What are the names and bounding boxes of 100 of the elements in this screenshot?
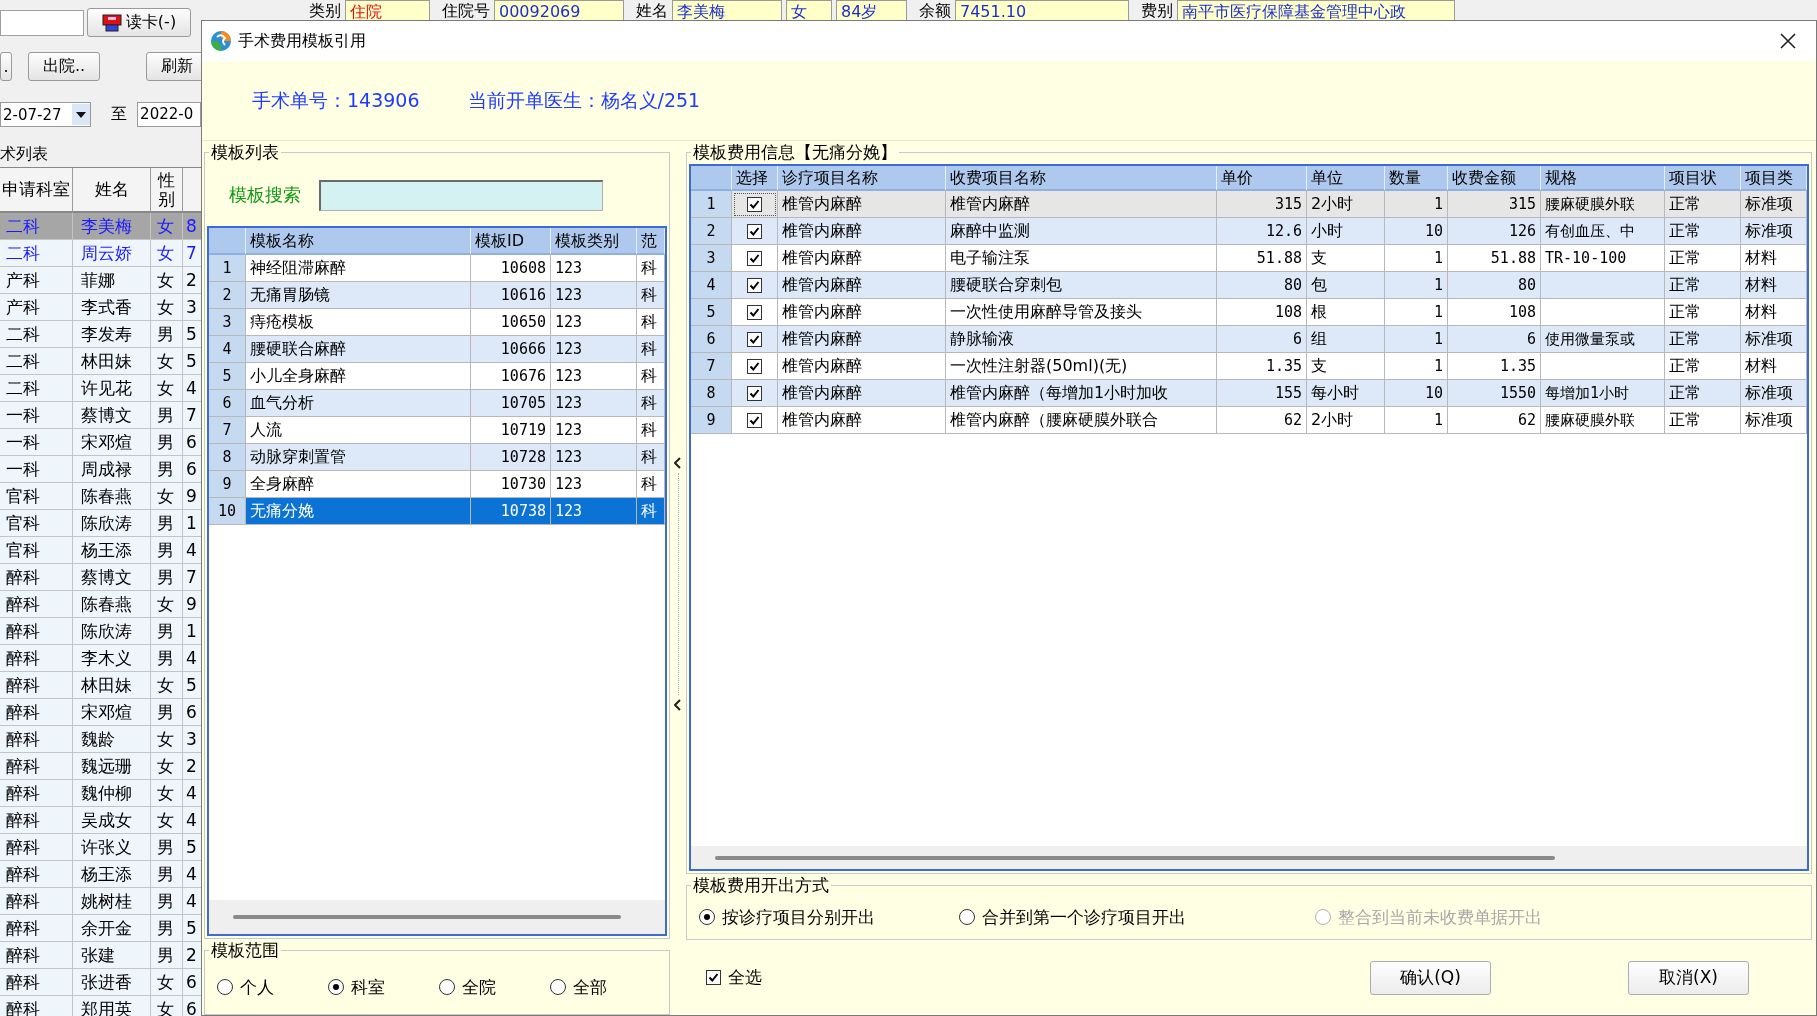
column-header[interactable]: 范 bbox=[637, 228, 665, 255]
column-header[interactable]: 姓名 bbox=[73, 168, 151, 213]
table-cell[interactable]: 科 bbox=[637, 390, 665, 417]
table-cell[interactable]: 10738 bbox=[471, 498, 551, 525]
radio-button[interactable] bbox=[959, 909, 975, 925]
table-cell[interactable]: 123 bbox=[551, 444, 637, 471]
search-field[interactable] bbox=[319, 179, 603, 211]
table-cell[interactable]: 123 bbox=[551, 363, 637, 390]
table-cell[interactable]: 科 bbox=[637, 309, 665, 336]
table-cell: 5 bbox=[183, 348, 201, 375]
table-cell[interactable]: 科 bbox=[637, 282, 665, 309]
scrollbar[interactable] bbox=[209, 900, 665, 934]
checkbox[interactable] bbox=[706, 970, 721, 985]
radio-button[interactable] bbox=[328, 979, 344, 995]
table-cell[interactable]: 10608 bbox=[471, 255, 551, 282]
checkbox[interactable] bbox=[747, 412, 762, 428]
column-header[interactable]: 收费金额 bbox=[1448, 166, 1541, 191]
dialog-button[interactable]: 确认(Q) bbox=[1370, 960, 1491, 995]
table-cell[interactable]: 科 bbox=[637, 498, 665, 525]
table-cell[interactable]: 无痛分娩 bbox=[246, 498, 471, 525]
column-header[interactable]: 收费项目名称 bbox=[946, 166, 1217, 191]
checkbox[interactable] bbox=[747, 250, 762, 266]
table-cell[interactable]: 10728 bbox=[471, 444, 551, 471]
table-cell: 杨王添 bbox=[73, 537, 151, 564]
table-cell[interactable]: 科 bbox=[637, 336, 665, 363]
table-cell: 官科 bbox=[0, 510, 73, 537]
date-dropdown[interactable]: 2-07-27 bbox=[0, 102, 92, 127]
column-header[interactable]: 模板类别 bbox=[551, 228, 637, 255]
checkbox[interactable] bbox=[747, 358, 762, 374]
checkbox[interactable] bbox=[747, 277, 762, 293]
table-cell[interactable]: 10666 bbox=[471, 336, 551, 363]
scrollbar[interactable] bbox=[691, 846, 1807, 869]
table-cell[interactable]: 动脉穿刺置管 bbox=[246, 444, 471, 471]
table-cell[interactable]: 10676 bbox=[471, 363, 551, 390]
table-cell[interactable]: 血气分析 bbox=[246, 390, 471, 417]
table-cell: 4 bbox=[183, 807, 201, 834]
checkbox[interactable] bbox=[747, 304, 762, 320]
column-header[interactable]: 数量 bbox=[1385, 166, 1448, 191]
table-cell[interactable]: 10650 bbox=[471, 309, 551, 336]
table-cell[interactable]: 123 bbox=[551, 390, 637, 417]
close-icon[interactable] bbox=[1780, 33, 1796, 49]
table-cell[interactable]: 科 bbox=[637, 255, 665, 282]
column-header[interactable]: 单价 bbox=[1217, 166, 1307, 191]
column-header[interactable]: 选择 bbox=[732, 166, 778, 191]
row-number: 3 bbox=[209, 309, 246, 336]
radio-button[interactable] bbox=[439, 979, 455, 995]
table-cell[interactable]: 10730 bbox=[471, 471, 551, 498]
checkbox[interactable] bbox=[747, 385, 762, 401]
table-cell[interactable]: 10719 bbox=[471, 417, 551, 444]
table-cell[interactable]: 小儿全身麻醉 bbox=[246, 363, 471, 390]
toolbar-button[interactable]: 刷新 bbox=[146, 52, 201, 81]
column-header[interactable]: 性别 bbox=[151, 168, 183, 213]
table-cell: 林田妹 bbox=[73, 672, 151, 699]
table-cell[interactable]: 神经阻滞麻醉 bbox=[246, 255, 471, 282]
column-header[interactable]: 申请科室 bbox=[0, 168, 73, 213]
radio-button[interactable] bbox=[699, 909, 715, 925]
radio-button[interactable] bbox=[550, 979, 566, 995]
table-cell[interactable]: 人流 bbox=[246, 417, 471, 444]
table-cell[interactable]: 痔疮模板 bbox=[246, 309, 471, 336]
table-cell[interactable]: 123 bbox=[551, 417, 637, 444]
toolbar-button[interactable]: . bbox=[0, 52, 12, 81]
checkbox[interactable] bbox=[747, 196, 762, 212]
table-cell[interactable]: 全身麻醉 bbox=[246, 471, 471, 498]
table-cell: 椎管内麻醉 bbox=[778, 272, 946, 299]
table-cell[interactable]: 10705 bbox=[471, 390, 551, 417]
row-number: 2 bbox=[209, 282, 246, 309]
checkbox[interactable] bbox=[747, 331, 762, 347]
column-header[interactable]: 项目类 bbox=[1741, 166, 1807, 191]
checkbox[interactable] bbox=[747, 223, 762, 239]
table-cell[interactable]: 123 bbox=[551, 309, 637, 336]
column-header[interactable]: 模板ID bbox=[471, 228, 551, 255]
table-cell[interactable]: 科 bbox=[637, 444, 665, 471]
read-card-button[interactable]: 读卡(-) bbox=[87, 8, 191, 37]
table-cell[interactable]: 123 bbox=[551, 336, 637, 363]
toolbar-button[interactable]: 出院.. bbox=[28, 52, 100, 81]
table-cell: 杨王添 bbox=[73, 861, 151, 888]
table-cell[interactable]: 腰硬联合麻醉 bbox=[246, 336, 471, 363]
column-header[interactable]: 单位 bbox=[1307, 166, 1385, 191]
table-cell[interactable]: 123 bbox=[551, 498, 637, 525]
table-cell[interactable]: 科 bbox=[637, 417, 665, 444]
radio-button[interactable] bbox=[217, 979, 233, 995]
table-cell[interactable]: 123 bbox=[551, 282, 637, 309]
dialog-button[interactable]: 取消(X) bbox=[1628, 960, 1749, 995]
date-field[interactable]: 2022-0 bbox=[137, 102, 201, 127]
table-cell[interactable]: 无痛胃肠镜 bbox=[246, 282, 471, 309]
table-cell[interactable]: 科 bbox=[637, 471, 665, 498]
table-cell[interactable]: 123 bbox=[551, 255, 637, 282]
table-cell: 1 bbox=[183, 510, 201, 537]
column-header[interactable]: 模板名称 bbox=[246, 228, 471, 255]
table-cell: 126 bbox=[1448, 218, 1541, 245]
table-cell[interactable]: 123 bbox=[551, 471, 637, 498]
input-field[interactable] bbox=[0, 9, 84, 36]
row-number: 5 bbox=[691, 299, 732, 326]
table-cell[interactable]: 10616 bbox=[471, 282, 551, 309]
column-header[interactable]: 规格 bbox=[1541, 166, 1665, 191]
table-cell: 椎管内麻醉 bbox=[778, 380, 946, 407]
table-cell[interactable]: 科 bbox=[637, 363, 665, 390]
column-header[interactable]: 诊疗项目名称 bbox=[778, 166, 946, 191]
table-cell: 男 bbox=[151, 402, 183, 429]
column-header[interactable]: 项目状 bbox=[1665, 166, 1741, 191]
